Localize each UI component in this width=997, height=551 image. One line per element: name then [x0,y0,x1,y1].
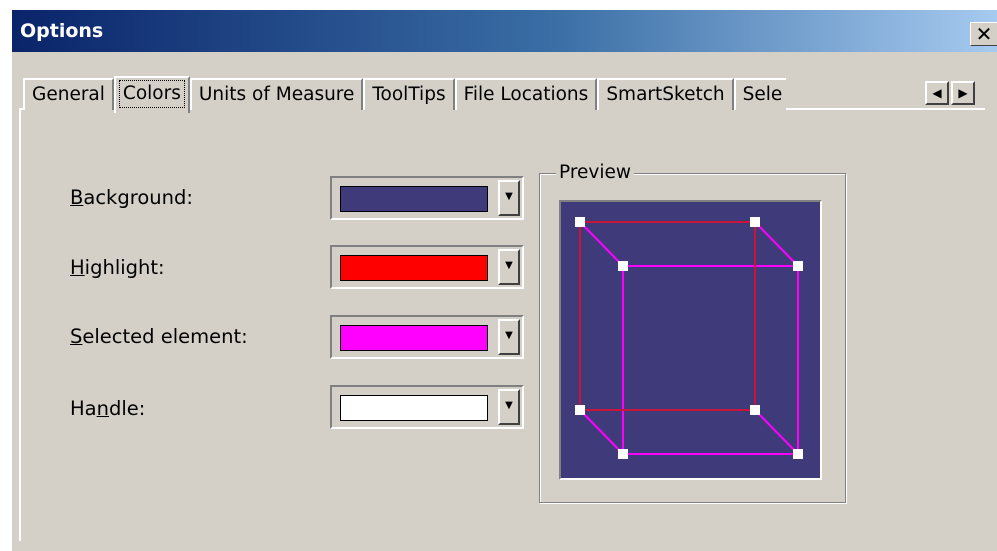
mnemonic: B [70,186,84,209]
background-label: Background: [70,186,193,209]
tab-file-locations[interactable]: File Locations [454,78,598,110]
tab-smartsketch[interactable]: SmartSketch [597,78,734,110]
preview-handle [750,405,760,415]
title-bar[interactable]: Options ✕ [12,10,997,52]
color-swatch [340,325,488,351]
chevron-down-icon: ▼ [505,330,513,341]
label-rest: ighlight: [84,256,165,279]
chevron-down-icon: ▼ [505,400,513,411]
tab-label: General [32,84,105,105]
color-swatch [340,395,488,421]
tab-label: Sele [742,84,783,105]
preview-label: Preview [556,162,635,183]
tab-scroll-left-button[interactable]: ◀ [925,81,949,105]
tab-scroll-right-button[interactable]: ▶ [951,81,975,105]
handle-label-text: Handle: [70,397,145,420]
tab-label: File Locations [463,84,589,105]
preview-handle [793,261,803,271]
tab-strip: General Colors Units of Measure ToolTips… [23,74,985,113]
label-part: dle: [108,397,146,420]
arrow-left-icon: ◀ [932,86,942,100]
color-swatch [340,255,488,281]
tab-tooltips[interactable]: ToolTips [363,78,455,110]
tab-label: Units of Measure [198,84,355,105]
tab-scroll-buttons: ◀ ▶ [925,81,975,105]
dropdown-button[interactable]: ▼ [498,249,520,285]
preview-handle [750,217,760,227]
handle-label: Handle: [70,397,145,420]
selected-element-label: Selected element: [70,325,248,348]
preview-handle [575,217,585,227]
tab-colors[interactable]: Colors [113,76,190,113]
preview-cube [561,202,820,478]
preview-handle [618,449,628,459]
mnemonic: H [70,256,85,279]
selected-element-color-picker[interactable]: ▼ [330,315,524,359]
dropdown-button[interactable]: ▼ [498,389,520,425]
close-icon: ✕ [975,22,993,46]
preview-canvas [559,200,822,480]
chevron-down-icon: ▼ [505,260,513,271]
highlight-color-picker[interactable]: ▼ [330,245,524,289]
label-part: Ha [70,397,97,420]
preview-handle [575,405,585,415]
chevron-down-icon: ▼ [505,191,513,202]
window-title: Options [20,20,104,42]
color-swatch [340,186,488,212]
preview-handle [793,449,803,459]
close-button[interactable]: ✕ [970,22,997,46]
mnemonic: S [70,325,83,348]
mnemonic: n [96,397,109,420]
tab-general[interactable]: General [23,78,114,110]
handle-color-picker[interactable]: ▼ [330,385,524,429]
dropdown-button[interactable]: ▼ [498,319,520,355]
tab-units-of-measure[interactable]: Units of Measure [189,78,364,110]
label-rest: ackground: [83,186,193,209]
tab-label: ToolTips [372,84,446,105]
arrow-right-icon: ▶ [958,86,968,100]
label-rest: elected element: [82,325,248,348]
dropdown-button[interactable]: ▼ [498,180,520,216]
highlight-label: Highlight: [70,256,165,279]
tab-label: SmartSketch [606,84,725,105]
preview-handle [618,261,628,271]
background-color-picker[interactable]: ▼ [330,176,524,220]
tab-label: Colors [118,80,185,108]
tab-selection[interactable]: Sele [733,78,786,110]
